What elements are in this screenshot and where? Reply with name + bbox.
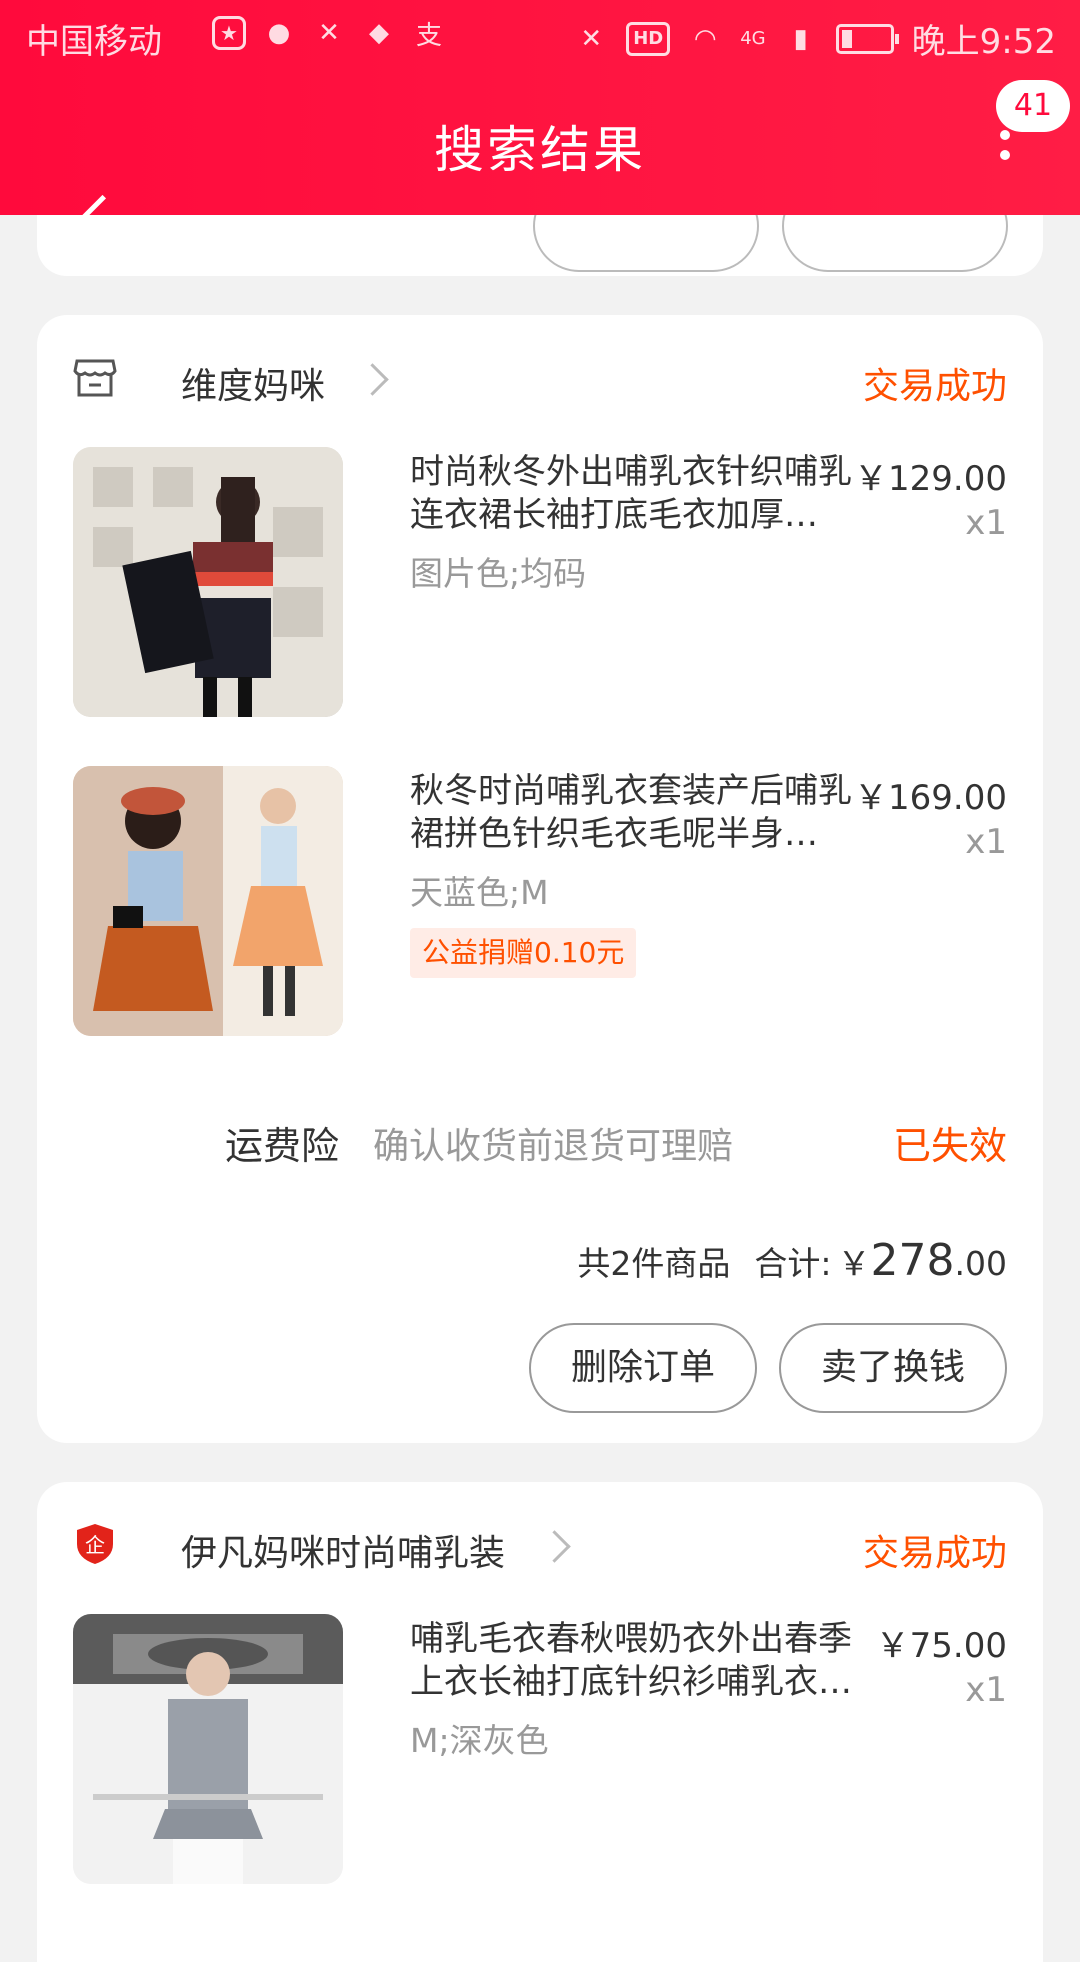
- app-notification-icon: ★: [212, 16, 246, 50]
- more-dot-icon: [1000, 150, 1010, 160]
- total-amount-integer: 278: [870, 1235, 955, 1286]
- order-status: 交易成功: [862, 366, 1007, 407]
- product-thumbnail[interactable]: [73, 447, 343, 717]
- product-thumbnail[interactable]: [73, 1614, 343, 1884]
- chevron-right-icon: [356, 363, 389, 396]
- delete-order-button[interactable]: 删除订单: [529, 1323, 757, 1413]
- item-count: 共2件商品: [577, 1244, 731, 1283]
- shop-name[interactable]: 维度妈咪: [181, 357, 325, 409]
- product-quantity: x1: [965, 1670, 1007, 1710]
- alipay-icon: 支: [415, 20, 442, 51]
- shop-header[interactable]: 维度妈咪 交易成功: [73, 355, 1007, 407]
- store-icon: [73, 359, 117, 397]
- product-quantity: x1: [965, 822, 1007, 862]
- order-card[interactable]: 维度妈咪 交易成功 时尚秋冬外出哺乳衣针织哺乳连衣裙长袖打底毛衣加厚… 图片色;…: [37, 315, 1043, 1443]
- more-menu-button[interactable]: [990, 130, 1020, 180]
- order-card[interactable]: 企 伊凡妈咪时尚哺乳装 交易成功 哺乳毛衣春秋喂奶衣外出春季上衣长袖打底针织衫哺…: [37, 1482, 1043, 1962]
- order-actions: 删除订单 卖了换钱: [529, 1323, 1007, 1413]
- product-price: ￥169.00: [854, 778, 1007, 818]
- notification-icons: ★ ● ✕ ◆ 支: [212, 16, 446, 51]
- total-label: 合计:: [754, 1244, 832, 1283]
- shop-header[interactable]: 企 伊凡妈咪时尚哺乳装 交易成功: [73, 1522, 1007, 1574]
- total-currency: ￥: [837, 1244, 871, 1283]
- total-amount-decimal: .00: [954, 1244, 1007, 1283]
- mute-icon: ✕: [580, 23, 603, 54]
- battery-icon: [835, 23, 899, 54]
- product-price: ￥75.00: [875, 1626, 1007, 1666]
- svg-text:企: 企: [85, 1533, 105, 1557]
- missed-call-icon: ✕: [318, 18, 340, 48]
- product-title[interactable]: 秋冬时尚哺乳衣套装产后哺乳裙拼色针织毛衣毛呢半身…: [410, 770, 880, 856]
- message-count-badge: 41: [996, 80, 1070, 132]
- product-sku: 图片色;均码: [410, 554, 587, 593]
- product-title[interactable]: 哺乳毛衣春秋喂奶衣外出春季上衣长袖打底针织衫哺乳衣…: [410, 1618, 880, 1704]
- shipping-insurance-label: 运费险: [225, 1124, 340, 1168]
- chevron-right-icon: [538, 1530, 571, 1563]
- system-status: ✕ HD ◠ 4G ▮ 晚上9:52: [574, 14, 1056, 63]
- order-item[interactable]: 时尚秋冬外出哺乳衣针织哺乳连衣裙长袖打底毛衣加厚… 图片色;均码 ￥129.00…: [73, 447, 1007, 717]
- product-sku: M;深灰色: [410, 1721, 549, 1760]
- signal-icon: ▮: [793, 23, 808, 54]
- status-time: 晚上9:52: [911, 22, 1056, 62]
- shipping-insurance-status: 已失效: [892, 1124, 1007, 1168]
- status-bar: 中国移动 ★ ● ✕ ◆ 支 ✕ HD ◠ 4G ▮ 晚上9:52: [0, 0, 1080, 76]
- order-item[interactable]: 秋冬时尚哺乳衣套装产后哺乳裙拼色针织毛衣毛呢半身… 天蓝色;M ￥169.00 …: [73, 766, 1007, 1036]
- more-dot-icon: [1000, 130, 1010, 140]
- order-total: 共2件商品 合计: ￥ 278 .00: [577, 1235, 1007, 1295]
- order-status: 交易成功: [862, 1533, 1007, 1574]
- charity-donation-tag: 公益捐赠0.10元: [410, 928, 637, 978]
- shipping-insurance-row: 运费险 确认收货前退货可理赔 已失效: [37, 1115, 1043, 1168]
- product-thumbnail[interactable]: [73, 766, 343, 1036]
- wifi-icon: ◠: [693, 23, 717, 54]
- carrier-label: 中国移动: [26, 22, 162, 62]
- shop-name[interactable]: 伊凡妈咪时尚哺乳装: [181, 1524, 505, 1576]
- order-item[interactable]: 哺乳毛衣春秋喂奶衣外出春季上衣长袖打底针织衫哺乳衣… M;深灰色 ￥75.00 …: [73, 1614, 1007, 1884]
- page-title: 搜索结果: [434, 121, 646, 179]
- product-quantity: x1: [965, 503, 1007, 543]
- wechat-icon: ●: [267, 18, 291, 48]
- sell-for-cash-button[interactable]: 卖了换钱: [779, 1323, 1007, 1413]
- shipping-insurance-desc: 确认收货前退货可理赔: [373, 1126, 734, 1167]
- product-sku: 天蓝色;M: [410, 873, 549, 912]
- hd-icon: HD: [626, 21, 671, 56]
- product-price: ￥129.00: [854, 459, 1007, 499]
- product-title[interactable]: 时尚秋冬外出哺乳衣针织哺乳连衣裙长袖打底毛衣加厚…: [410, 451, 880, 537]
- enterprise-shield-icon: 企: [77, 1524, 113, 1564]
- network-type: 4G: [740, 28, 766, 49]
- message-icon: ◆: [369, 18, 389, 48]
- app-header: 中国移动 ★ ● ✕ ◆ 支 ✕ HD ◠ 4G ▮ 晚上9:52 搜索结果 4…: [0, 0, 1080, 265]
